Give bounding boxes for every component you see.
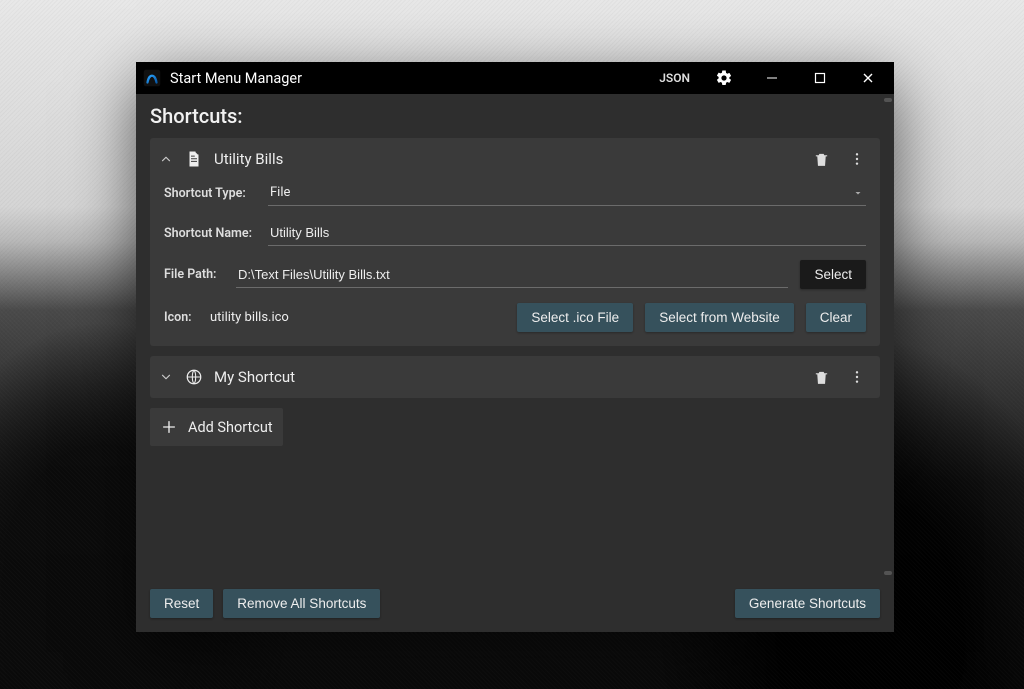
add-shortcut-button[interactable]: Add Shortcut [150, 408, 283, 446]
shortcut-name-label: Shortcut Name: [164, 226, 256, 241]
expand-toggle[interactable] [158, 369, 174, 385]
more-button[interactable] [844, 364, 870, 390]
shortcut-type-row: Shortcut Type: File [164, 180, 866, 206]
dots-vertical-icon [849, 151, 865, 167]
minimize-icon [766, 72, 778, 84]
reset-button[interactable]: Reset [150, 589, 213, 618]
select-web-button[interactable]: Select from Website [645, 303, 794, 332]
icon-value: utility bills.ico [210, 310, 505, 325]
dots-vertical-icon [849, 369, 865, 385]
remove-all-button[interactable]: Remove All Shortcuts [223, 589, 380, 618]
file-icon [184, 149, 204, 169]
chevron-down-icon [159, 370, 173, 384]
shortcut-card: My Shortcut [150, 356, 880, 398]
shortcut-name-input[interactable] [268, 220, 866, 246]
dropdown-arrow-icon [852, 187, 864, 199]
file-path-label: File Path: [164, 267, 224, 282]
shortcut-title: My Shortcut [214, 368, 295, 386]
window-title: Start Menu Manager [170, 70, 645, 87]
shortcut-card-header[interactable]: My Shortcut [150, 356, 880, 398]
gear-icon [715, 69, 733, 87]
close-icon [862, 72, 874, 84]
shortcut-type-value: File [270, 185, 290, 200]
file-path-row: File Path: Select [164, 260, 866, 289]
footer: Reset Remove All Shortcuts Generate Shor… [136, 579, 894, 632]
select-ico-button[interactable]: Select .ico File [517, 303, 633, 332]
clear-icon-button[interactable]: Clear [806, 303, 866, 332]
shortcut-type-select[interactable]: File [268, 180, 866, 206]
maximize-button[interactable] [800, 64, 840, 92]
collapse-toggle[interactable] [158, 151, 174, 167]
shortcut-name-row: Shortcut Name: [164, 220, 866, 246]
file-path-field[interactable] [238, 267, 786, 282]
plus-icon [160, 418, 178, 436]
maximize-icon [814, 72, 826, 84]
delete-button[interactable] [808, 146, 834, 172]
shortcut-type-label: Shortcut Type: [164, 186, 256, 201]
minimize-button[interactable] [752, 64, 792, 92]
icon-label: Icon: [164, 310, 198, 325]
trash-icon [813, 151, 830, 168]
content-area: Shortcuts: Utility Bills [136, 94, 894, 579]
scroll-indicator-top [884, 98, 892, 102]
scroll-indicator-bottom [884, 571, 892, 575]
app-window: Start Menu Manager JSON Shortcuts: [136, 62, 894, 632]
shortcut-card: Utility Bills Shortcut Type: File [150, 138, 880, 346]
shortcut-title: Utility Bills [214, 150, 283, 168]
titlebar: Start Menu Manager JSON [136, 62, 894, 94]
json-button[interactable]: JSON [653, 67, 696, 89]
select-path-button[interactable]: Select [800, 260, 866, 289]
shortcut-name-field[interactable] [270, 225, 864, 240]
more-button[interactable] [844, 146, 870, 172]
shortcut-card-header[interactable]: Utility Bills [150, 138, 880, 180]
close-button[interactable] [848, 64, 888, 92]
add-shortcut-label: Add Shortcut [188, 419, 273, 436]
trash-icon [813, 369, 830, 386]
section-title: Shortcuts: [150, 104, 880, 128]
shortcut-card-body: Shortcut Type: File Shortcut Name: File … [150, 180, 880, 346]
file-path-input[interactable] [236, 262, 788, 288]
generate-button[interactable]: Generate Shortcuts [735, 589, 880, 618]
icon-row: Icon: utility bills.ico Select .ico File… [164, 303, 866, 332]
delete-button[interactable] [808, 364, 834, 390]
chevron-up-icon [159, 152, 173, 166]
settings-button[interactable] [704, 64, 744, 92]
globe-icon [184, 367, 204, 387]
app-icon [142, 68, 162, 88]
